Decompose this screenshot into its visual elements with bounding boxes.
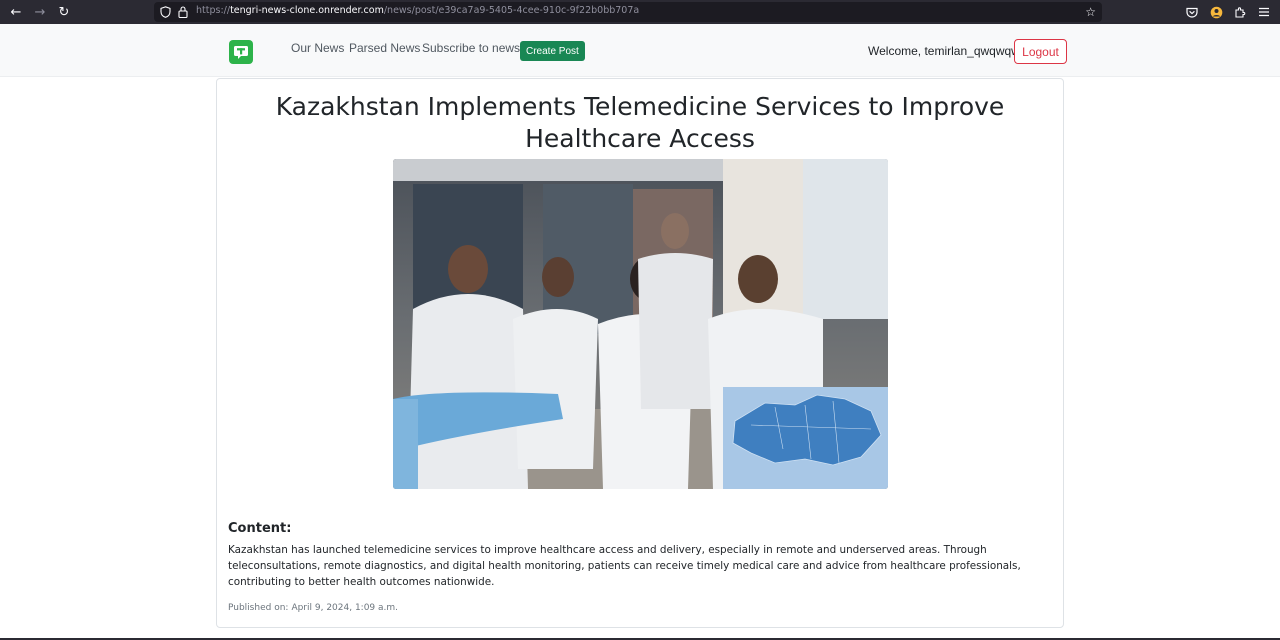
address-bar[interactable]: https://tengri-news-clone.onrender.com/n… [154, 2, 1102, 22]
logout-button[interactable]: Logout [1014, 39, 1067, 64]
nav-link-our-news[interactable]: Our News [291, 41, 344, 55]
post-image [393, 159, 888, 489]
forward-arrow-icon[interactable]: → [28, 0, 52, 24]
welcome-text: Welcome, temirlan_qwqwqw [868, 44, 1020, 58]
content-heading: Content: [228, 521, 292, 536]
nav-link-subscribe[interactable]: Subscribe to news [422, 41, 520, 55]
site-logo-icon[interactable] [229, 40, 253, 64]
pocket-icon[interactable] [1185, 5, 1199, 19]
url-prefix: https:// [196, 5, 231, 16]
bookmark-star-icon[interactable]: ☆ [1085, 5, 1096, 19]
tracking-shield-icon[interactable] [160, 6, 171, 18]
create-post-button[interactable]: Create Post [520, 41, 585, 61]
menu-icon[interactable] [1257, 5, 1271, 19]
extensions-icon[interactable] [1233, 5, 1247, 19]
url-text[interactable]: https://tengri-news-clone.onrender.com/n… [196, 5, 639, 16]
published-value: April 9, 2024, 1:09 a.m. [291, 603, 399, 613]
nav-link-parsed-news[interactable]: Parsed News [349, 41, 420, 55]
reload-icon[interactable]: ↻ [52, 0, 76, 24]
lock-icon[interactable] [178, 6, 188, 18]
browser-toolbar: ← → ↻ https://tengri-news-clone.onrender… [0, 0, 1280, 24]
post-content: Kazakhstan has launched telemedicine ser… [228, 544, 1021, 588]
published-date: Published on: April 9, 2024, 1:09 a.m. [228, 603, 398, 613]
post-card: Kazakhstan Implements Telemedicine Servi… [216, 78, 1064, 628]
url-path: /news/post/e39ca7a9-5405-4cee-910c-9f22b… [383, 5, 640, 16]
post-title: Kazakhstan Implements Telemedicine Servi… [275, 92, 1005, 153]
account-icon[interactable] [1209, 5, 1223, 19]
published-label: Published on: [228, 603, 289, 613]
url-host: tengri-news-clone.onrender.com [230, 5, 384, 16]
site-navbar: Our News Parsed News Subscribe to news C… [0, 24, 1280, 77]
back-arrow-icon[interactable]: ← [4, 0, 28, 24]
